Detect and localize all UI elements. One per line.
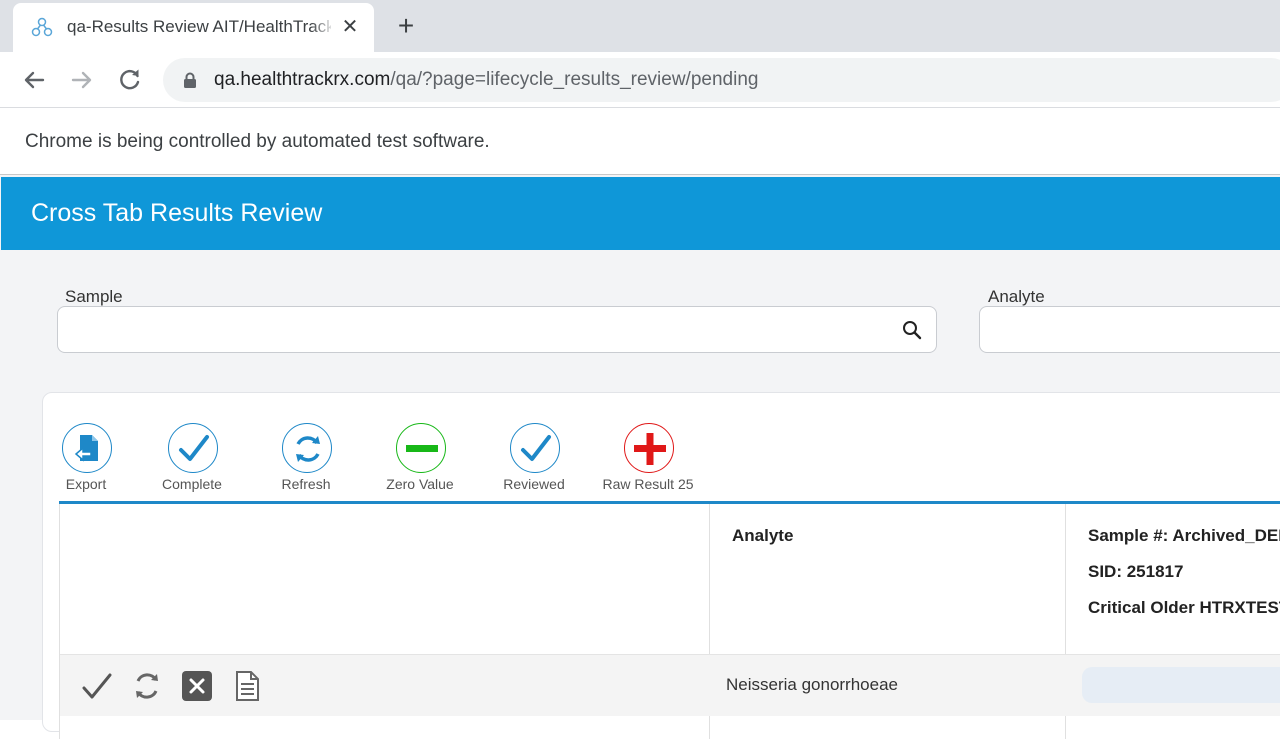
tab-title-fade <box>311 13 335 43</box>
sample-sid: SID: 251817 <box>1088 562 1184 581</box>
export-button[interactable]: Export <box>36 423 136 495</box>
forward-arrow-icon[interactable] <box>66 64 98 96</box>
refresh-label: Refresh <box>281 476 331 492</box>
reviewed-label: Reviewed <box>503 476 565 492</box>
page-title: Cross Tab Results Review <box>31 199 323 227</box>
row-analyte: Neisseria gonorrhoeae <box>726 675 898 694</box>
refresh-icon <box>282 423 332 473</box>
document-icon[interactable] <box>230 669 264 703</box>
export-icon <box>62 423 112 473</box>
url-path: /qa/?page=lifecycle_results_review/pendi… <box>390 69 759 90</box>
complete-button[interactable]: Complete <box>142 423 242 495</box>
infobar-text: Chrome is being controlled by automated … <box>25 131 490 152</box>
reload-icon[interactable] <box>114 64 146 96</box>
checkmark-icon[interactable] <box>80 669 114 703</box>
analyte-label: Analyte <box>988 287 1045 306</box>
raw-result-button[interactable]: Raw Result 25 <box>598 423 698 495</box>
checkmark-icon <box>510 423 560 473</box>
result-input[interactable] <box>1082 667 1280 703</box>
lock-icon[interactable] <box>183 72 197 88</box>
refresh-icon[interactable] <box>130 669 164 703</box>
search-icon[interactable] <box>902 320 922 340</box>
browser-toolbar: qa.healthtrackrx.com/qa/?page=lifecycle_… <box>0 52 1280 108</box>
checkmark-icon <box>168 423 218 473</box>
zero-value-label: Zero Value <box>386 476 454 492</box>
close-icon[interactable] <box>180 669 214 703</box>
table-row: Neisseria gonorrhoeae <box>60 654 1280 716</box>
results-card: Export Complete Refresh Zero Value Revie… <box>42 392 1280 739</box>
molecule-favicon-icon <box>31 17 53 37</box>
raw-result-label: Raw Result 25 <box>602 476 694 492</box>
sample-patient: Critical Older HTRXTEST <box>1088 598 1280 617</box>
back-arrow-icon[interactable] <box>18 64 50 96</box>
export-label: Export <box>65 476 107 492</box>
complete-label: Complete <box>162 476 222 492</box>
tab-title: qa-Results Review AIT/HealthTrack <box>67 17 331 36</box>
zero-value-button[interactable]: Zero Value <box>370 423 470 495</box>
page-header: Cross Tab Results Review <box>1 177 1280 250</box>
page-content: Cross Tab Results Review Sample Analyte … <box>0 175 1280 739</box>
browser-tab[interactable]: qa-Results Review AIT/HealthTrack ✕ <box>13 3 374 52</box>
minus-icon <box>396 423 446 473</box>
sample-column-header[interactable]: Sample #: Archived_DEMO <box>1088 526 1280 546</box>
tab-close-icon[interactable]: ✕ <box>339 16 361 38</box>
automation-infobar: Chrome is being controlled by automated … <box>0 109 1280 175</box>
reviewed-button[interactable]: Reviewed <box>484 423 584 495</box>
new-tab-icon[interactable]: + <box>393 12 419 40</box>
browser-tabstrip: qa-Results Review AIT/HealthTrack ✕ + <box>0 0 1280 52</box>
sample-label: Sample <box>65 287 123 306</box>
analyte-column-header[interactable]: Analyte <box>732 526 793 546</box>
results-grid: Analyte Sample #: Archived_DEMO SID: 251… <box>59 504 1280 739</box>
sample-search-input[interactable] <box>57 306 937 353</box>
plus-icon <box>624 423 674 473</box>
analyte-input[interactable] <box>979 306 1280 353</box>
refresh-button[interactable]: Refresh <box>256 423 356 495</box>
url-text[interactable]: qa.healthtrackrx.com/qa/?page=lifecycle_… <box>214 69 758 91</box>
address-bar[interactable]: qa.healthtrackrx.com/qa/?page=lifecycle_… <box>163 58 1280 102</box>
url-host: qa.healthtrackrx.com <box>214 69 391 90</box>
